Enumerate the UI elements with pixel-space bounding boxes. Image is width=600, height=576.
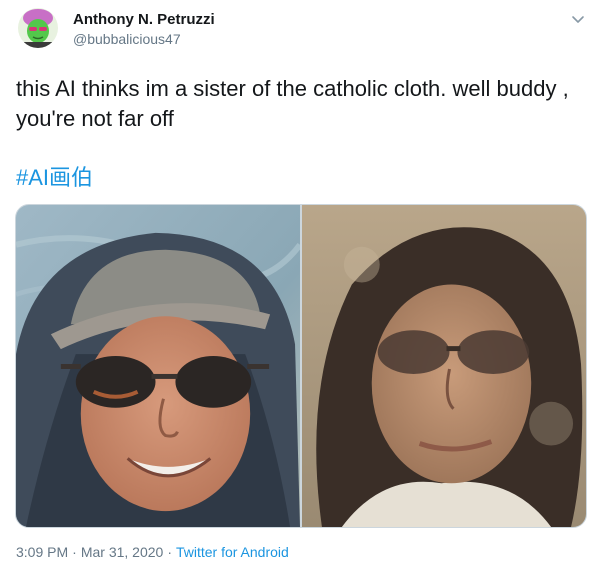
- tweet-time[interactable]: 3:09 PM: [16, 544, 68, 560]
- tweet-card: Anthony N. Petruzzi @bubbalicious47 this…: [0, 0, 600, 576]
- ai-painting-photo-image: [302, 205, 586, 527]
- author-name[interactable]: Anthony N. Petruzzi: [73, 11, 215, 28]
- meta-separator: ·: [167, 544, 172, 560]
- author-handle[interactable]: @bubbalicious47: [73, 31, 181, 47]
- ai-painting-photo[interactable]: [302, 205, 586, 527]
- media-grid: [15, 204, 587, 528]
- tweet-meta: 3:09 PM · Mar 31, 2020 · Twitter for Android: [16, 544, 289, 560]
- avatar-icon: [18, 8, 58, 48]
- avatar[interactable]: [18, 8, 58, 48]
- meta-separator: ·: [72, 544, 77, 560]
- tweet-date[interactable]: Mar 31, 2020: [81, 544, 164, 560]
- hashtag-link[interactable]: #AI画伯: [16, 163, 93, 193]
- tweet-source-link[interactable]: Twitter for Android: [176, 544, 289, 560]
- chevron-down-icon[interactable]: [570, 11, 586, 27]
- selfie-photo[interactable]: [16, 205, 300, 527]
- tweet-text: this AI thinks im a sister of the cathol…: [16, 76, 569, 131]
- selfie-photo-image: [16, 205, 300, 527]
